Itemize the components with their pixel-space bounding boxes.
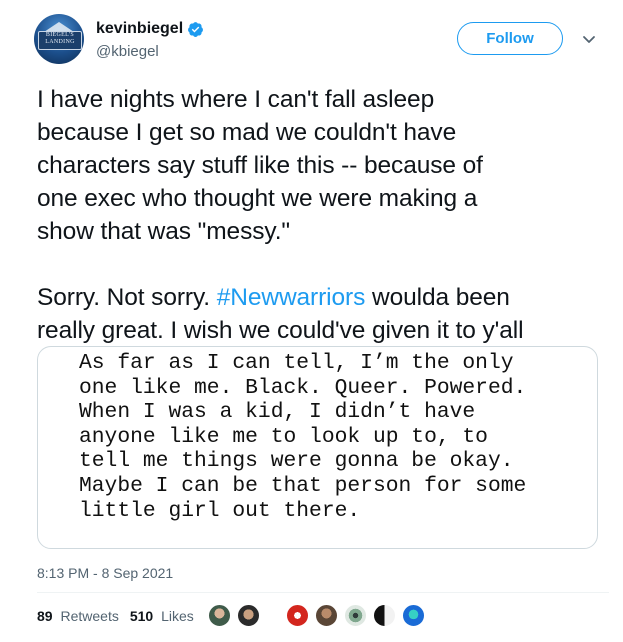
media-line: anyone like me to look up to, to — [79, 424, 488, 449]
timestamp[interactable]: 8:13 PM - 8 Sep 2021 — [37, 565, 173, 581]
name-row[interactable]: kevinbiegel — [96, 20, 204, 38]
media-line: When I was a kid, I didn’t have — [79, 400, 476, 425]
media-text: As far as I can tell, I’m the only one l… — [79, 351, 597, 523]
verified-badge-icon — [188, 21, 204, 37]
tweet-line: woulda been — [365, 284, 510, 311]
tweet-line: because I get so mad we couldn't have — [37, 119, 457, 146]
tweet-line: characters say stuff like this -- becaus… — [37, 152, 483, 179]
liker-avatar[interactable] — [237, 604, 260, 627]
chevron-down-icon[interactable] — [581, 31, 597, 47]
handle[interactable]: @kbiegel — [96, 43, 159, 60]
liker-avatars — [208, 604, 431, 627]
liker-avatar[interactable] — [373, 604, 396, 627]
tweet-text: I have nights where I can't fall asleep … — [37, 83, 607, 347]
tweet-media-image[interactable]: As far as I can tell, I’m the only one l… — [37, 346, 598, 549]
media-line: little girl out there. — [79, 498, 361, 523]
hashtag-link[interactable]: #Newwarriors — [217, 284, 366, 311]
media-line: tell me things were gonna be okay. — [79, 449, 514, 474]
likes-count: 510 — [129, 608, 154, 624]
liker-avatar[interactable] — [402, 604, 425, 627]
follow-button[interactable]: Follow — [457, 22, 563, 55]
avatar-sign-text: LANDING — [45, 39, 75, 45]
display-name[interactable]: kevinbiegel — [96, 20, 183, 38]
liker-avatar[interactable] — [344, 604, 367, 627]
media-line: one like me. Black. Queer. Powered. — [79, 375, 527, 400]
avatar-sign: BIEGEL'S LANDING — [38, 31, 82, 50]
liker-avatar[interactable] — [315, 604, 338, 627]
media-line: Maybe I can be that person for some — [79, 473, 527, 498]
liker-avatar[interactable] — [208, 604, 231, 627]
tweet-line: really great. I wish we could've given i… — [37, 317, 524, 344]
media-crop-edge — [268, 347, 348, 350]
liker-avatar[interactable] — [286, 604, 309, 627]
avatar[interactable]: BIEGEL'S LANDING — [34, 14, 84, 64]
likes-label: Likes — [161, 608, 194, 624]
divider — [37, 592, 609, 593]
tweet-line: I have nights where I can't fall asleep — [37, 86, 435, 113]
likes-stat[interactable]: 510 Likes — [130, 608, 194, 624]
tweet-line: show that was "messy." — [37, 218, 291, 245]
tweet-header: BIEGEL'S LANDING kevinbiegel @kbiegel Fol… — [34, 14, 609, 74]
retweets-stat[interactable]: 89 Retweets — [37, 608, 119, 624]
media-line: As far as I can tell, I’m the only — [79, 351, 514, 375]
retweets-label: Retweets — [60, 608, 119, 624]
stats-row: 89 Retweets 510 Likes — [37, 608, 205, 624]
avatar-sign-text: BIEGEL'S — [45, 32, 75, 38]
tweet-line: one exec who thought we were making a — [37, 185, 478, 212]
retweets-count: 89 — [37, 608, 53, 624]
tweet-line: Sorry. Not sorry. — [37, 284, 217, 311]
